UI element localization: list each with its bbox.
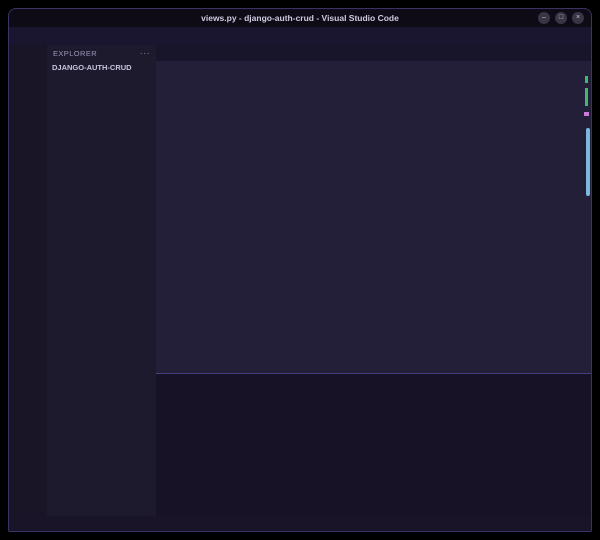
editor-zone [156, 45, 591, 516]
cursor-mark [584, 112, 589, 116]
scrollbar-thumb[interactable] [586, 128, 590, 196]
terminal-output[interactable] [156, 391, 591, 516]
activity-bar [9, 45, 47, 516]
panel-header [156, 374, 591, 391]
git-change-mark [585, 88, 588, 106]
sidebar-more-icon[interactable]: ··· [140, 48, 150, 58]
code-editor[interactable] [156, 72, 591, 373]
window-title: views.py - django-auth-crud - Visual Stu… [201, 13, 399, 23]
status-bar [9, 516, 591, 531]
title-bar: views.py - django-auth-crud - Visual Stu… [9, 9, 591, 27]
tree-root-label: DJANGO-AUTH-CRUD [52, 63, 132, 72]
menu-bar [9, 27, 591, 45]
explorer-sidebar: EXPLORER ··· DJANGO-AUTH-CRUD [47, 45, 156, 516]
maximize-button[interactable]: □ [555, 12, 567, 24]
tab-bar [156, 45, 591, 61]
sidebar-header: EXPLORER ··· [47, 45, 156, 61]
tree-root[interactable]: DJANGO-AUTH-CRUD [47, 61, 156, 74]
bottom-panel [156, 373, 591, 516]
breadcrumb [156, 61, 591, 72]
vscode-window: views.py - django-auth-crud - Visual Stu… [8, 8, 592, 532]
minimize-button[interactable]: – [538, 12, 550, 24]
sidebar-title: EXPLORER [53, 48, 98, 58]
overview-ruler [583, 72, 591, 373]
close-button[interactable]: × [572, 12, 584, 24]
window-controls: – □ × [538, 12, 584, 24]
file-tree [47, 74, 156, 516]
git-change-mark [585, 76, 588, 83]
main-row: EXPLORER ··· DJANGO-AUTH-CRUD [9, 45, 591, 516]
